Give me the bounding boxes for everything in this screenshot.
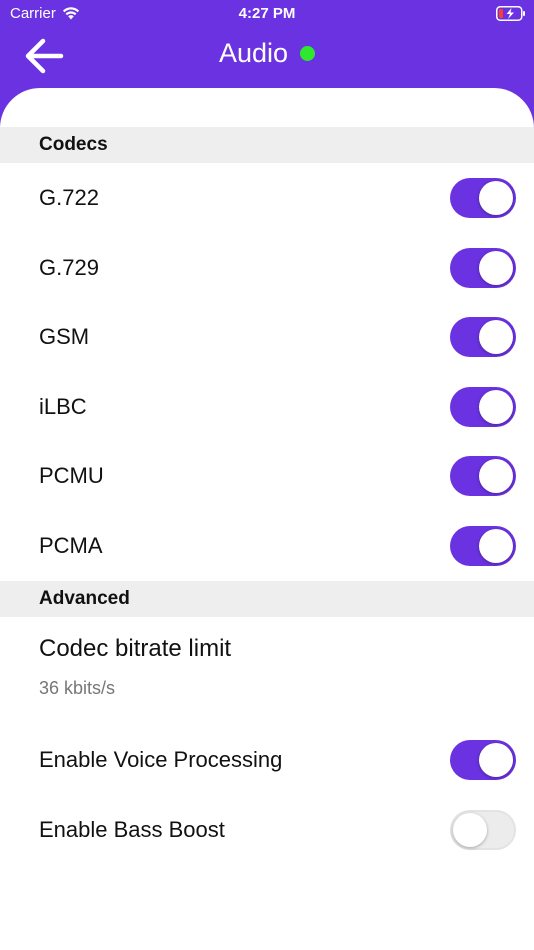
bitrate-label: Codec bitrate limit bbox=[39, 635, 232, 662]
setting-label: Enable Bass Boost bbox=[39, 817, 225, 842]
codec-label: iLBC bbox=[39, 394, 87, 419]
bitrate-value: 36 kbits/s bbox=[39, 678, 116, 698]
toggle-knob bbox=[479, 743, 513, 777]
codec-toggle[interactable] bbox=[450, 456, 516, 496]
navigation-bar: Audio bbox=[0, 28, 534, 88]
codec-label: PCMA bbox=[39, 533, 103, 558]
toggle-knob bbox=[479, 181, 513, 215]
codec-row-pcmu[interactable]: PCMU bbox=[0, 441, 534, 511]
voice-processing-row[interactable]: Enable Voice Processing bbox=[0, 725, 534, 795]
codec-row-ilbc[interactable]: iLBC bbox=[0, 372, 534, 442]
title-group: Audio bbox=[0, 38, 534, 69]
bass-boost-row[interactable]: Enable Bass Boost bbox=[0, 795, 534, 865]
codec-row-pcma[interactable]: PCMA bbox=[0, 511, 534, 581]
setting-label: Enable Voice Processing bbox=[39, 747, 283, 772]
codec-row-gsm[interactable]: GSM bbox=[0, 302, 534, 372]
codec-label: G.722 bbox=[39, 185, 99, 210]
bass-boost-toggle[interactable] bbox=[450, 810, 516, 850]
codec-label: G.729 bbox=[39, 255, 99, 280]
toggle-knob bbox=[479, 529, 513, 563]
status-bar: Carrier 4:27 PM bbox=[0, 0, 534, 28]
page-title: Audio bbox=[218, 38, 289, 68]
connection-status-dot bbox=[300, 46, 316, 61]
codec-toggle[interactable] bbox=[450, 248, 516, 288]
codec-bitrate-row[interactable]: Codec bitrate limit 36 kbits/s bbox=[0, 617, 534, 717]
codec-toggle[interactable] bbox=[450, 387, 516, 427]
codec-row-g722[interactable]: G.722 bbox=[0, 163, 534, 233]
codec-label: PCMU bbox=[39, 463, 104, 488]
voice-processing-toggle[interactable] bbox=[450, 740, 516, 780]
codec-toggle[interactable] bbox=[450, 317, 516, 357]
section-header-codecs: Codecs bbox=[0, 127, 534, 163]
codec-toggle[interactable] bbox=[450, 178, 516, 218]
codec-label: GSM bbox=[39, 324, 90, 349]
codec-toggle[interactable] bbox=[450, 526, 516, 566]
codec-row-g729[interactable]: G.729 bbox=[0, 233, 534, 303]
toggle-knob bbox=[479, 390, 513, 424]
toggle-knob bbox=[479, 251, 513, 285]
section-title: Advanced bbox=[39, 588, 130, 609]
toggle-knob bbox=[479, 320, 513, 354]
section-title: Codecs bbox=[39, 134, 108, 155]
section-header-advanced: Advanced bbox=[0, 581, 534, 617]
toggle-knob bbox=[453, 813, 487, 847]
battery-charging-icon bbox=[496, 6, 525, 21]
status-time: 4:27 PM bbox=[238, 5, 296, 22]
toggle-knob bbox=[479, 459, 513, 493]
